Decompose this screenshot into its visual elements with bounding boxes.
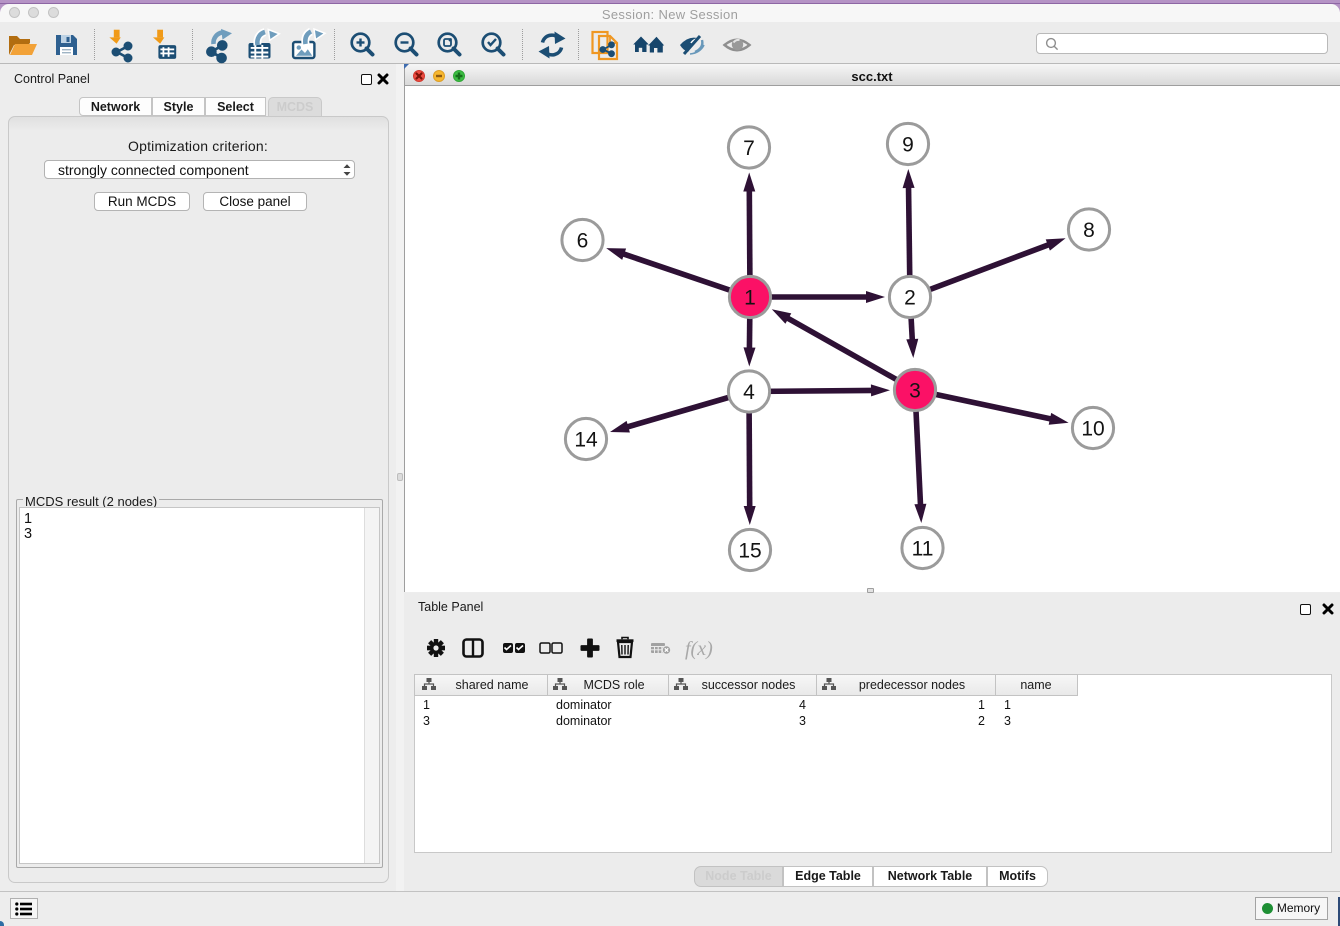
svg-text:10: 10 — [1081, 418, 1104, 441]
svg-text:9: 9 — [902, 134, 914, 157]
svg-text:6: 6 — [577, 230, 589, 253]
svg-text:11: 11 — [912, 538, 934, 561]
svg-text:1: 1 — [744, 287, 756, 310]
svg-text:2: 2 — [904, 287, 916, 310]
svg-text:4: 4 — [743, 381, 755, 404]
svg-text:14: 14 — [574, 429, 598, 452]
svg-text:8: 8 — [1083, 219, 1095, 242]
svg-text:15: 15 — [738, 540, 761, 563]
svg-text:7: 7 — [743, 137, 755, 160]
svg-text:f(x): f(x) — [685, 638, 713, 660]
svg-text:3: 3 — [909, 380, 921, 403]
